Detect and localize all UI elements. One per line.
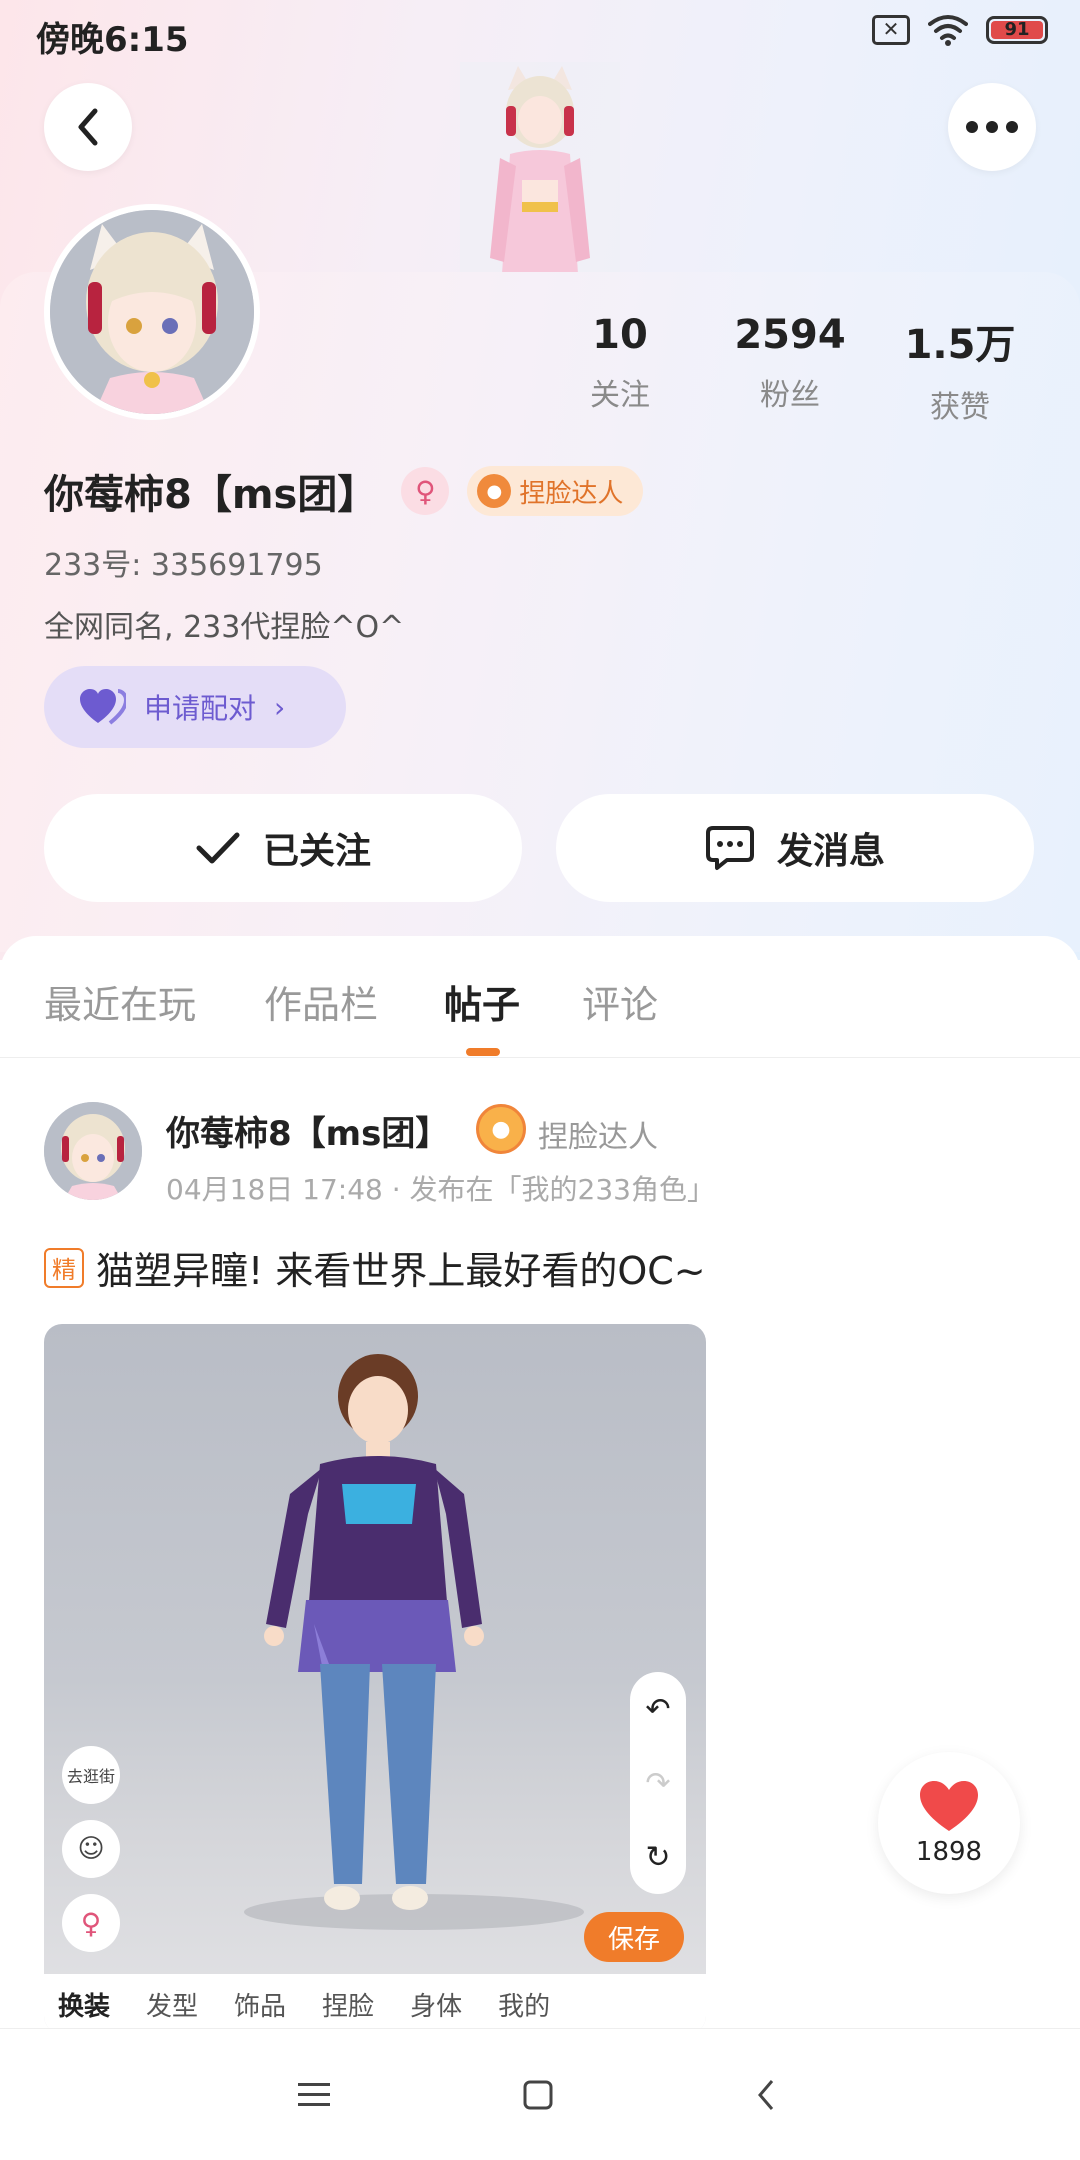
like-button[interactable]: 1898 (878, 1752, 1020, 1894)
check-icon (196, 832, 240, 864)
stat-followers[interactable]: 2594 粉丝 (710, 312, 870, 426)
message-label: 发消息 (776, 831, 885, 872)
status-time: 傍晚6:15 (36, 20, 189, 60)
title-badge-label: 捏脸达人 (519, 478, 624, 509)
stat-label: 关注 (590, 378, 650, 413)
save-button[interactable]: 保存 (584, 1912, 684, 1962)
stat-likes[interactable]: 1.5万 获赞 (880, 312, 1040, 426)
gender-swap-button[interactable]: ♀ (62, 1894, 120, 1952)
stat-value: 2594 (734, 312, 846, 358)
editor-tab-mine[interactable]: 我的 (498, 1986, 550, 2023)
post-title: 猫塑异瞳! 来看世界上最好看的OC~ (96, 1249, 706, 1293)
user-id: 233号: 335691795 (44, 548, 323, 583)
chevron-left-icon (78, 108, 98, 146)
battery-icon: 91 (986, 16, 1048, 44)
editor-tab-outfit[interactable]: 换装 (58, 1986, 110, 2023)
post-author-name[interactable]: 你莓柿8【ms团】 (166, 1106, 449, 1155)
wifi-icon (928, 15, 968, 46)
pair-request-button[interactable]: 申请配对 › (44, 666, 346, 748)
edit-toolbar: ↶ ↷ ↻ (630, 1672, 686, 1894)
stat-label: 粉丝 (760, 378, 820, 413)
post-author-avatar[interactable] (44, 1102, 142, 1200)
editor-tabs: 换装 发型 饰品 捏脸 身体 我的 (44, 1974, 706, 2034)
post-image[interactable]: ↶ ↷ ↻ 去逛街 ☺ ♀ 保存 换装 发型 饰品 捏脸 身体 我的 (44, 1324, 706, 2034)
profile-tabs: 最近在玩 作品栏 帖子 评论 (0, 936, 1080, 1058)
system-nav-bar (0, 2028, 1080, 2160)
chevron-right-icon: › (274, 690, 286, 724)
tab-posts[interactable]: 帖子 (444, 974, 520, 1029)
tab-recently-played[interactable]: 最近在玩 (44, 974, 196, 1029)
editor-tab-accessories[interactable]: 饰品 (234, 1986, 286, 2023)
banner-character-figure (460, 62, 620, 274)
redo-icon[interactable]: ↷ (645, 1766, 670, 1801)
shop-button[interactable]: 去逛街 (62, 1746, 120, 1804)
stat-label: 获赞 (930, 390, 990, 425)
shop-label: 去逛街 (66, 1767, 115, 1786)
post-author-badge: 捏脸达人 (538, 1120, 658, 1155)
chat-bubble-icon (705, 826, 754, 870)
stat-following[interactable]: 10 关注 (540, 312, 700, 426)
message-button[interactable]: 发消息 (556, 794, 1034, 902)
female-icon: ♀ (80, 1906, 102, 1940)
reset-icon[interactable]: ↻ (645, 1840, 670, 1875)
name-row: 你莓柿8【ms团】 ♀ ● 捏脸达人 (44, 462, 644, 520)
avatar[interactable] (44, 204, 260, 420)
avatar-portrait (50, 210, 254, 414)
post-character-figure (244, 1354, 584, 1930)
editor-tab-face[interactable]: 捏脸 (322, 1986, 374, 2023)
user-bio: 全网同名, 233代捏脸^O^ (44, 610, 405, 645)
like-count: 1898 (915, 1837, 983, 1867)
profile-stats: 10 关注 2594 粉丝 1.5万 获赞 (540, 312, 1040, 426)
more-dots-icon (966, 121, 1018, 133)
face-sculptor-icon: ● (476, 1104, 526, 1154)
face-sculptor-icon: ● (477, 474, 512, 508)
editor-tab-hair[interactable]: 发型 (146, 1986, 198, 2023)
home-icon[interactable] (508, 2065, 568, 2125)
active-tab-indicator (466, 1048, 500, 1056)
battery-level: 91 (991, 21, 1043, 39)
back-nav-icon[interactable] (736, 2065, 796, 2125)
follow-label: 已关注 (262, 831, 371, 872)
menu-icon[interactable] (284, 2065, 344, 2125)
stat-value: 1.5万 (904, 322, 1016, 368)
featured-tag: 精 (44, 1247, 84, 1288)
heart-icon (920, 1781, 978, 1831)
follow-button[interactable]: 已关注 (44, 794, 522, 902)
sim-off-icon: ✕ (872, 15, 910, 45)
stat-value: 10 (592, 312, 648, 358)
more-button[interactable] (948, 83, 1036, 171)
female-icon: ♀ (401, 467, 450, 515)
user-name: 你莓柿8【ms团】 (44, 472, 378, 518)
back-button[interactable] (44, 83, 132, 171)
status-icons: ✕ 91 (872, 14, 1048, 46)
tab-comments[interactable]: 评论 (582, 974, 658, 1029)
post-meta: 04月18日 17:48 · 发布在「我的233角色」 (166, 1173, 715, 1206)
heart-pair-icon (80, 689, 126, 725)
post-title-row[interactable]: 精 猫塑异瞳! 来看世界上最好看的OC~ (44, 1240, 706, 1295)
post-avatar-portrait (44, 1102, 142, 1200)
undo-icon[interactable]: ↶ (645, 1692, 670, 1727)
tab-works[interactable]: 作品栏 (264, 974, 378, 1029)
pair-request-label: 申请配对 (144, 692, 257, 725)
character-swap-button[interactable]: ☺ (62, 1820, 120, 1878)
title-badge[interactable]: ● 捏脸达人 (467, 466, 644, 516)
character-icon: ☺ (77, 1834, 105, 1864)
editor-tab-body[interactable]: 身体 (410, 1986, 462, 2023)
status-bar: 傍晚6:15 ✕ 91 (0, 0, 1080, 70)
